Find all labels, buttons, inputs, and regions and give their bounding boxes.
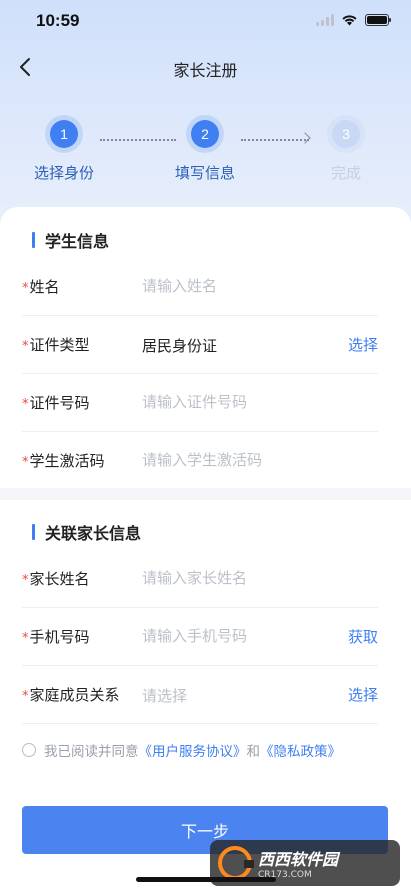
signal-icon [316,14,334,26]
section-accent-bar [32,524,35,540]
id-type-label: *证件类型 [22,336,90,354]
student-section-title: 学生信息 [32,228,109,252]
step-1-label: 选择身份 [33,164,94,182]
phone-label: *手机号码 [22,628,90,646]
user-agreement-link[interactable]: 《用户服务协议》 [139,740,247,760]
required-mark: * [22,573,29,588]
required-mark: * [22,689,29,704]
step-3: 3 完成 [301,120,391,183]
relation-placeholder: 请选择 [142,687,188,705]
home-indicator [136,877,276,882]
section-accent-bar [32,232,35,248]
nav-bar: 家长注册 [0,44,411,90]
id-type-select-button[interactable]: 选择 [348,334,378,355]
battery-icon [365,14,391,26]
agreement-prefix: 我已阅读并同意 [44,744,139,760]
relation-label: *家庭成员关系 [22,686,120,704]
id-number-label: *证件号码 [22,394,90,412]
parent-section-title-text: 关联家长信息 [45,524,142,543]
id-type-row[interactable]: *证件类型 居民身份证 选择 [22,316,378,374]
agree-radio[interactable] [22,743,36,757]
progress-steps: 1 选择身份 2 填写信息 3 完成 [0,120,411,190]
status-bar: 10:59 [0,0,411,44]
status-time: 10:59 [36,11,80,30]
step-2-number: 2 [191,120,219,148]
parent-name-row[interactable]: *家长姓名 [22,550,378,608]
parent-section-title: 关联家长信息 [32,520,141,544]
step-1-number: 1 [50,120,78,148]
required-mark: * [22,281,29,296]
privacy-policy-link[interactable]: 《隐私政策》 [260,740,341,760]
id-number-row[interactable]: *证件号码 [22,374,378,432]
student-name-label: *姓名 [22,278,60,296]
parent-name-label: *家长姓名 [22,570,90,588]
watermark-text: 西西软件园 [258,850,339,869]
activation-code-input[interactable] [142,447,332,473]
student-name-row[interactable]: *姓名 [22,258,378,316]
step-connector-2 [241,139,309,141]
agreement: 我已阅读并同意 《用户服务协议》 和 《隐私政策》 [22,740,341,760]
activation-code-row[interactable]: *学生激活码 [22,432,378,490]
student-name-input[interactable] [142,273,332,299]
relation-row[interactable]: *家庭成员关系 请选择 选择 [22,666,378,724]
status-icons [316,14,391,26]
phone-row[interactable]: *手机号码 获取 [22,608,378,666]
activation-code-label: *学生激活码 [22,452,105,470]
step-2-label: 填写信息 [174,164,235,182]
required-mark: * [22,339,29,354]
phone-input[interactable] [142,623,332,649]
student-section-title-text: 学生信息 [45,232,110,251]
get-code-button[interactable]: 获取 [348,626,378,647]
parent-name-input[interactable] [142,565,332,591]
step-3-number: 3 [332,120,360,148]
step-3-label: 完成 [330,164,361,182]
required-mark: * [22,631,29,646]
step-1: 1 选择身份 [19,120,109,183]
required-mark: * [22,455,29,470]
id-number-input[interactable] [142,389,332,415]
step-2: 2 填写信息 [160,120,250,183]
page-title: 家长注册 [173,61,238,80]
required-mark: * [22,397,29,412]
watermark-logo-icon [218,846,254,880]
id-type-value: 居民身份证 [142,337,218,355]
wifi-icon [342,15,357,26]
relation-select-button[interactable]: 选择 [348,684,378,705]
agreement-and: 和 [246,744,261,760]
